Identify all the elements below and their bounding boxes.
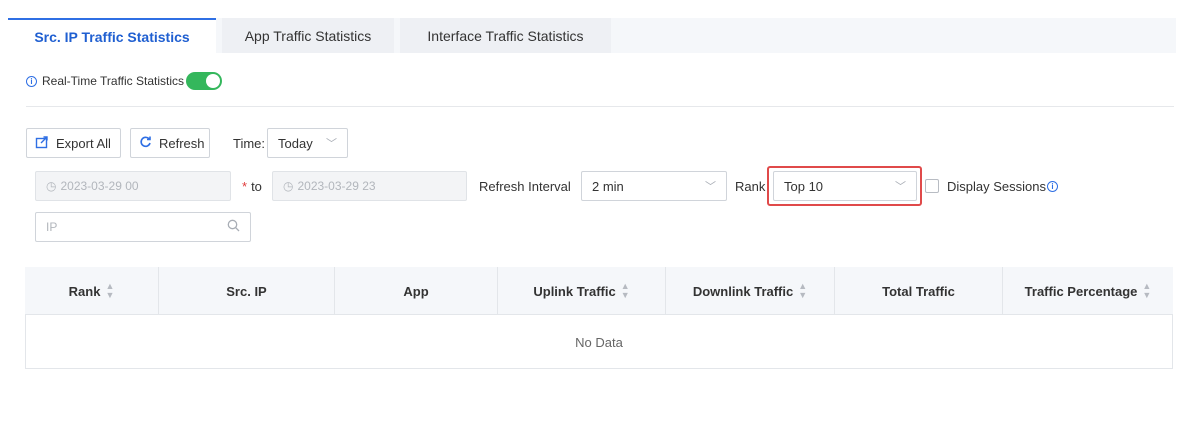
sort-icon[interactable]: ▲ ▼ xyxy=(621,282,630,300)
export-all-button[interactable]: Export All xyxy=(26,128,121,158)
ip-search-input[interactable]: IP xyxy=(35,212,251,242)
chevron-down-icon: ﹀ xyxy=(705,181,716,193)
column-traffic-percentage[interactable]: Traffic Percentage ▲ ▼ xyxy=(1003,267,1173,315)
realtime-label: Real-Time Traffic Statistics xyxy=(42,74,185,88)
divider xyxy=(26,106,1174,107)
search-icon[interactable] xyxy=(227,219,240,235)
export-icon xyxy=(35,135,49,152)
clock-icon: ◷ xyxy=(283,179,294,193)
tab-app-traffic[interactable]: App Traffic Statistics xyxy=(222,18,394,53)
sort-icon[interactable]: ▲ ▼ xyxy=(105,282,114,300)
rank-select[interactable]: Top 10 ﹀ xyxy=(773,171,917,201)
empty-state: No Data xyxy=(575,334,623,350)
refresh-button[interactable]: Refresh xyxy=(130,128,210,158)
column-uplink-traffic[interactable]: Uplink Traffic ▲ ▼ xyxy=(498,267,666,315)
realtime-row: i Real-Time Traffic Statistics xyxy=(26,71,223,91)
chevron-down-icon: ﹀ xyxy=(326,138,337,150)
export-all-label: Export All xyxy=(56,135,111,151)
column-rank-label: Rank xyxy=(68,283,101,299)
chevron-down-icon: ﹀ xyxy=(895,181,906,193)
column-total-traffic: Total Traffic xyxy=(835,267,1003,315)
display-sessions-option[interactable]: Display Sessions i xyxy=(925,171,1058,201)
column-app-label: App xyxy=(403,283,429,299)
info-icon: i xyxy=(26,75,37,87)
display-sessions-label: Display Sessions xyxy=(947,178,1046,194)
sort-icon[interactable]: ▲ ▼ xyxy=(798,282,807,300)
to-text: to xyxy=(251,178,262,194)
rank-label: Rank xyxy=(735,178,766,194)
display-sessions-checkbox[interactable] xyxy=(925,179,939,193)
refresh-interval-select[interactable]: 2 min ﹀ xyxy=(581,171,727,201)
sort-icon[interactable]: ▲ ▼ xyxy=(1142,282,1151,300)
column-downlink-label: Downlink Traffic xyxy=(692,283,794,299)
tab-interface-traffic[interactable]: Interface Traffic Statistics xyxy=(400,18,611,53)
start-date-field: ◷ 2023-03-29 00 xyxy=(35,171,231,201)
rank-select-value: Top 10 xyxy=(784,178,824,194)
column-src-ip-label: Src. IP xyxy=(226,283,267,299)
column-app: App xyxy=(335,267,498,315)
tab-src-ip-traffic[interactable]: Src. IP Traffic Statistics xyxy=(8,18,216,53)
column-rank[interactable]: Rank ▲ ▼ xyxy=(25,267,159,315)
clock-icon: ◷ xyxy=(46,179,57,193)
required-mark: * xyxy=(242,178,248,194)
time-select-value: Today xyxy=(278,135,313,151)
refresh-interval-label: Refresh Interval xyxy=(479,178,571,194)
column-uplink-label: Uplink Traffic xyxy=(533,283,616,299)
column-downlink-traffic[interactable]: Downlink Traffic ▲ ▼ xyxy=(666,267,835,315)
column-total-label: Total Traffic xyxy=(882,283,955,299)
info-icon[interactable]: i xyxy=(1047,180,1058,192)
refresh-interval-value: 2 min xyxy=(592,178,624,194)
end-date-field: ◷ 2023-03-29 23 xyxy=(272,171,467,201)
start-date-value: 2023-03-29 00 xyxy=(60,179,139,193)
toggle-knob xyxy=(206,74,221,88)
refresh-icon xyxy=(139,135,152,151)
end-date-value: 2023-03-29 23 xyxy=(297,179,376,193)
column-percentage-label: Traffic Percentage xyxy=(1024,283,1138,299)
to-label: * to xyxy=(242,171,262,201)
column-src-ip: Src. IP xyxy=(159,267,335,315)
time-label: Time: xyxy=(233,135,266,151)
refresh-label: Refresh xyxy=(159,135,205,151)
realtime-toggle[interactable] xyxy=(186,72,223,90)
time-select[interactable]: Today ﹀ xyxy=(267,128,348,158)
ip-placeholder: IP xyxy=(46,220,58,234)
